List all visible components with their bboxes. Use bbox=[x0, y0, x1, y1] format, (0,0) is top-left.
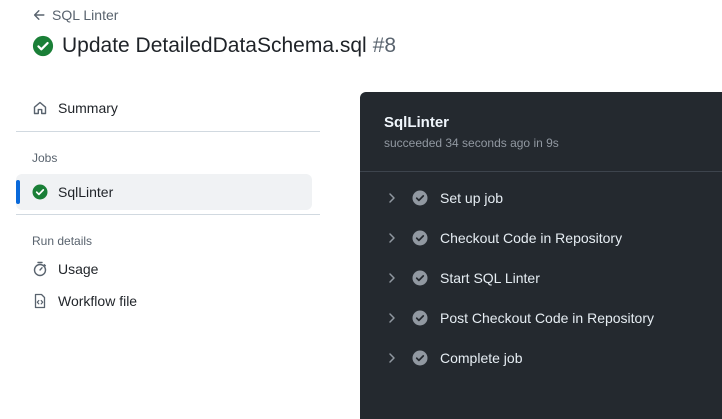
check-circle-icon bbox=[412, 270, 428, 286]
chevron-right-icon bbox=[389, 233, 395, 243]
back-link-label[interactable]: SQL Linter bbox=[52, 7, 118, 23]
home-icon bbox=[33, 101, 47, 115]
run-title: Update DetailedDataSchema.sql bbox=[62, 34, 367, 57]
check-circle-icon bbox=[412, 230, 428, 246]
stopwatch-icon bbox=[33, 261, 47, 277]
run-number: #8 bbox=[372, 34, 397, 57]
step-label: Start SQL Linter bbox=[440, 270, 540, 286]
job-status-text: succeeded 34 seconds ago in 9s bbox=[384, 136, 559, 150]
step-row[interactable]: Post Checkout Code in Repository bbox=[360, 298, 722, 338]
sidebar-item-summary[interactable]: Summary bbox=[16, 90, 320, 126]
chevron-right-icon bbox=[389, 273, 395, 283]
chevron-right-icon bbox=[389, 193, 395, 203]
sidebar-item-label: SqlLinter bbox=[58, 184, 114, 200]
run-details-heading: Run details bbox=[32, 234, 93, 248]
sidebar-item-label: Usage bbox=[58, 261, 99, 277]
job-panel: SqlLinter succeeded 34 seconds ago in 9s… bbox=[360, 92, 722, 419]
step-row[interactable]: Set up job bbox=[360, 178, 722, 218]
chevron-right-icon bbox=[389, 353, 395, 363]
sidebar-item-job-sqllinter[interactable]: SqlLinter bbox=[16, 174, 312, 210]
check-circle-icon bbox=[32, 35, 54, 57]
sidebar-item-label: Workflow file bbox=[58, 293, 138, 309]
file-code-icon bbox=[34, 293, 46, 309]
step-label: Checkout Code in Repository bbox=[440, 230, 623, 246]
steps-list: Set up job Checkout Code in Repository S… bbox=[360, 172, 722, 378]
step-row[interactable]: Start SQL Linter bbox=[360, 258, 722, 298]
check-circle-icon bbox=[412, 190, 428, 206]
step-label: Complete job bbox=[440, 350, 523, 366]
jobs-heading: Jobs bbox=[32, 151, 58, 165]
step-label: Set up job bbox=[440, 190, 504, 206]
check-circle-icon bbox=[412, 310, 428, 326]
check-circle-icon bbox=[412, 350, 428, 366]
job-title: SqlLinter bbox=[384, 114, 450, 131]
active-indicator bbox=[16, 180, 20, 204]
chevron-right-icon bbox=[389, 313, 395, 323]
page-title: Update DetailedDataSchema.sql #8 bbox=[32, 32, 396, 60]
step-row[interactable]: Complete job bbox=[360, 338, 722, 378]
sidebar-item-label: Summary bbox=[58, 100, 118, 116]
step-label: Post Checkout Code in Repository bbox=[440, 310, 654, 326]
step-row[interactable]: Checkout Code in Repository bbox=[360, 218, 722, 258]
sidebar-item-usage[interactable]: Usage bbox=[16, 253, 320, 285]
sidebar: Summary Jobs SqlLinter Run details Usage… bbox=[16, 90, 320, 317]
arrow-left-icon bbox=[33, 10, 45, 20]
back-link[interactable]: SQL Linter bbox=[32, 6, 118, 24]
check-circle-icon bbox=[32, 184, 48, 200]
sidebar-item-workflow-file[interactable]: Workflow file bbox=[16, 285, 320, 317]
